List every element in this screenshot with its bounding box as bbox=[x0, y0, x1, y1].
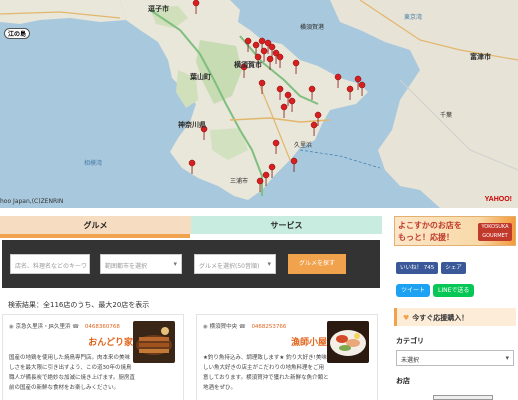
shop-area: ◉ 横須賀中央 ☎ 0468253766 bbox=[203, 322, 286, 330]
support-label: 今すぐ応援購入！ bbox=[412, 314, 469, 322]
banner-line1: よこすかのお店を bbox=[398, 220, 462, 230]
page: 江の島 逗子市 横須賀港 葉山町 横須賀市 神奈川県 相模湾 東京湾 三浦市 久… bbox=[0, 0, 518, 400]
facebook-share-button[interactable]: シェア bbox=[441, 262, 466, 274]
shop-map[interactable]: 江の島 逗子市 横須賀港 葉山町 横須賀市 神奈川県 相模湾 東京湾 三浦市 久… bbox=[0, 0, 518, 208]
share-row: ツイート LINEで送る bbox=[396, 284, 475, 297]
banner-logo: YOKOSUKA GOURMET bbox=[478, 223, 512, 241]
shop-photo[interactable] bbox=[133, 321, 175, 363]
map-canvas[interactable] bbox=[0, 0, 518, 208]
category-select[interactable]: 未選択 bbox=[396, 350, 514, 366]
category-heading: カテゴリ bbox=[396, 337, 424, 345]
shop-card[interactable]: ◉ 横須賀中央 ☎ 0468253766 漁師小屋 ★釣り魚持込み、調理致します… bbox=[196, 314, 378, 400]
map-label-hayama: 葉山町 bbox=[190, 73, 211, 81]
area-select[interactable]: 範囲都市を選択 bbox=[100, 254, 182, 274]
map-label-kanagawa: 神奈川県 bbox=[178, 121, 206, 129]
map-credit: hoo Japan,(C)ZENRIN bbox=[0, 198, 64, 205]
support-purchase-link[interactable]: ♥ 今すぐ応援購入！ bbox=[394, 308, 516, 326]
location-pin-icon: ◉ bbox=[9, 324, 14, 330]
genre-select[interactable]: グルメを選択(50音順) bbox=[194, 254, 276, 274]
map-label-tokyo-bay: 東京湾 bbox=[404, 14, 423, 21]
tweet-button[interactable]: ツイート bbox=[396, 284, 431, 297]
shop-description: 国産の地鶏を使用した焼鳥専門店。肉本来の美味しさを最大限に引き出すよう、この道3… bbox=[9, 355, 135, 391]
sidebar: よこすかのお店を もっと！応援！ YOKOSUKA GOURMET いいね！ 7… bbox=[392, 212, 518, 400]
map-label-miura: 三浦市 bbox=[230, 178, 249, 185]
horizontal-scrollbar[interactable] bbox=[433, 395, 493, 400]
results-summary: 検索結果：全116店のうち、最大20店を表示 bbox=[8, 301, 150, 309]
map-label-yokosuka-port: 横須賀港 bbox=[300, 24, 325, 31]
keyword-search-input[interactable]: 店名、料理名などのキーワ bbox=[10, 254, 90, 274]
facebook-row: いいね！ 745 シェア bbox=[396, 262, 466, 274]
support-banner[interactable]: よこすかのお店を もっと！応援！ YOKOSUKA GOURMET bbox=[394, 216, 516, 246]
shop-phone[interactable]: 0468360768 bbox=[85, 324, 120, 330]
map-label-zushi: 逗子市 bbox=[148, 5, 169, 13]
heart-icon: ♥ bbox=[403, 314, 410, 322]
category-tabs: グルメ サービス bbox=[0, 216, 382, 234]
map-label-kurihama: 久里浜 bbox=[294, 142, 313, 149]
map-label-chiba: 千葉 bbox=[440, 112, 453, 119]
shop-name[interactable]: おんどり家 bbox=[88, 335, 133, 348]
location-pin-icon: ◉ bbox=[203, 324, 208, 330]
shop-heading: お店 bbox=[396, 377, 410, 385]
map-label-sagami-bay: 相模湾 bbox=[84, 160, 103, 167]
line-share-button[interactable]: LINEで送る bbox=[433, 284, 475, 297]
phone-icon: ☎ bbox=[238, 324, 246, 330]
phone-icon: ☎ bbox=[72, 324, 80, 330]
tab-gourmet[interactable]: グルメ bbox=[0, 216, 191, 234]
tab-service[interactable]: サービス bbox=[191, 216, 382, 234]
search-bar: 店名、料理名などのキーワ 範囲都市を選択 グルメを選択(50音順) グルメを探す bbox=[2, 240, 380, 288]
map-label-yokosuka-city: 横須賀市 bbox=[234, 61, 262, 69]
shop-area: ◉ 京急久里浜・JR久里浜 ☎ 0468360768 bbox=[9, 322, 120, 330]
shop-card[interactable]: ◉ 京急久里浜・JR久里浜 ☎ 0468360768 おんどり家 国産の地鶏を使… bbox=[2, 314, 184, 400]
banner-text: よこすかのお店を もっと！応援！ bbox=[398, 219, 462, 243]
shop-area-name: 横須賀中央 bbox=[209, 324, 238, 330]
shop-name[interactable]: 漁師小屋 bbox=[291, 335, 327, 348]
map-label-futtsu: 富津市 bbox=[470, 53, 491, 61]
shop-description: ★釣り魚持込み、調理致します★ 釣り大好き!美味しい魚大好きの店主がこだわりの地… bbox=[203, 355, 329, 391]
map-brand-logo: YAHOO! bbox=[484, 196, 512, 203]
active-tab-indicator bbox=[0, 234, 190, 238]
shop-photo[interactable] bbox=[327, 321, 369, 363]
shop-phone[interactable]: 0468253766 bbox=[251, 324, 286, 330]
shop-area-name: 京急久里浜・JR久里浜 bbox=[15, 324, 71, 330]
facebook-like-button[interactable]: いいね！ 745 bbox=[396, 262, 439, 274]
map-label-enoshima: 江の島 bbox=[4, 28, 31, 39]
search-button[interactable]: グルメを探す bbox=[288, 254, 346, 274]
banner-line2: もっと！応援！ bbox=[398, 232, 454, 242]
